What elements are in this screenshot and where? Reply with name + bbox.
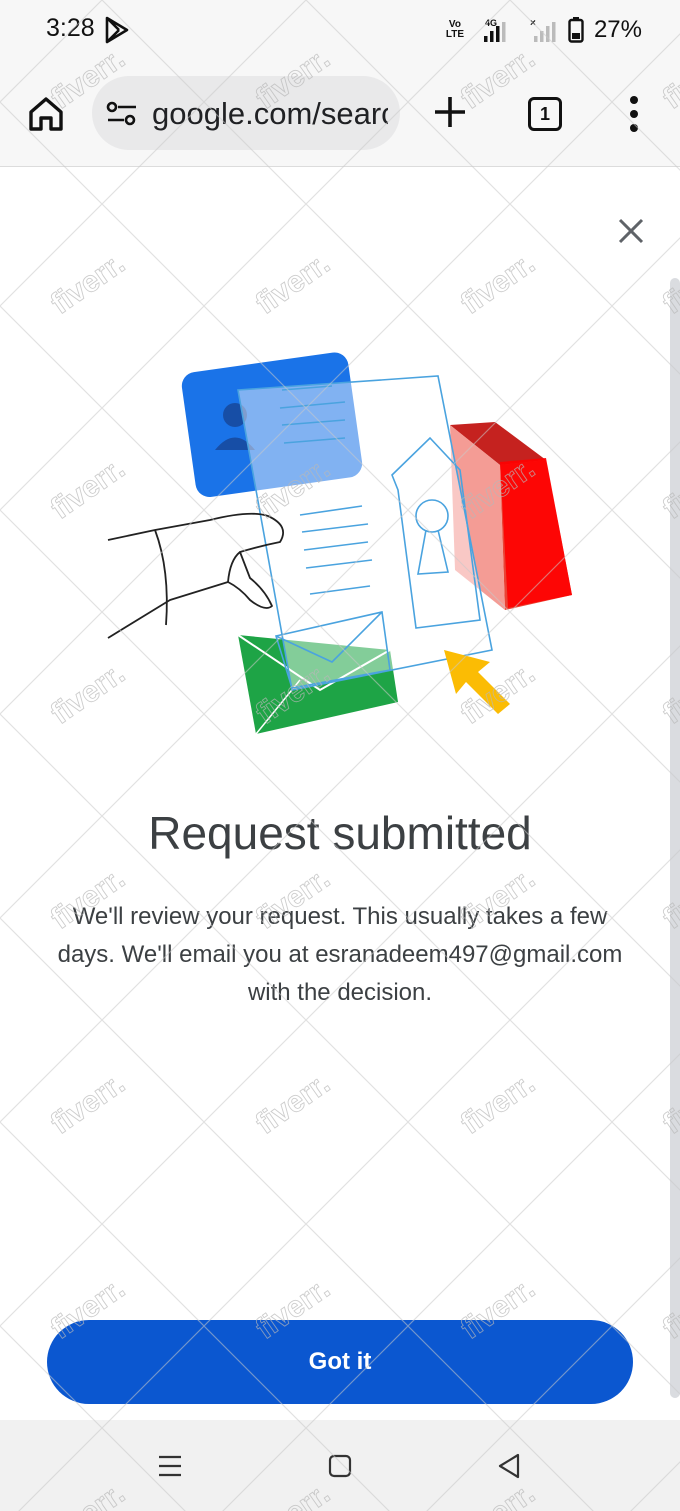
url-bar[interactable]: google.com/search <box>92 76 400 150</box>
scrollbar[interactable] <box>670 278 680 1398</box>
watermark-text: fiverr. <box>455 247 541 321</box>
tune-icon[interactable] <box>106 101 138 127</box>
volte-icon: Vo LTE <box>445 19 465 40</box>
svg-text:4G: 4G <box>485 18 497 28</box>
url-text[interactable]: google.com/search <box>152 96 388 132</box>
watermark-text: fiverr. <box>45 1067 131 1141</box>
home-icon[interactable] <box>26 94 66 134</box>
battery-icon <box>568 17 584 43</box>
system-nav-bar <box>0 1420 680 1511</box>
battery-percent: 27% <box>593 16 642 43</box>
new-tab-icon[interactable] <box>432 94 468 130</box>
got-it-button[interactable]: Got it <box>47 1320 633 1404</box>
recent-apps-icon[interactable] <box>158 1454 182 1478</box>
tabs-icon[interactable]: 1 <box>528 97 562 131</box>
signal-icon: 4G <box>483 18 506 42</box>
play-store-icon <box>105 16 129 44</box>
more-menu-icon[interactable] <box>624 94 644 134</box>
hand-shape <box>107 512 284 639</box>
close-icon[interactable] <box>614 214 648 248</box>
request-illustration <box>107 352 572 735</box>
watermark-overlay: fiverr. fiverr. fiverr. fiverr. fiverr. fiver… <box>0 0 680 1511</box>
watermark-text: fiverr. <box>250 247 336 321</box>
cursor-arrow-shape <box>444 650 510 714</box>
svg-text:×: × <box>530 18 536 29</box>
watermark-text: fiverr. <box>250 1067 336 1141</box>
page-title: Request submitted <box>148 807 532 859</box>
browser-toolbar: google.com/search 1 <box>0 60 680 167</box>
home-nav-icon[interactable] <box>328 1454 352 1478</box>
status-icons: Vo LTE 4G × 27% <box>444 14 642 46</box>
status-bar: 3:28 Vo LTE 4G × 27% <box>0 0 680 60</box>
status-time: 3:28 <box>46 14 95 42</box>
signal-2-icon: × <box>530 18 556 42</box>
watermark-text: fiverr. <box>455 1067 541 1141</box>
back-icon[interactable] <box>496 1452 522 1480</box>
watermark-text: fiverr. <box>45 247 131 321</box>
description-text: We'll review your request. This usually … <box>57 903 623 1006</box>
